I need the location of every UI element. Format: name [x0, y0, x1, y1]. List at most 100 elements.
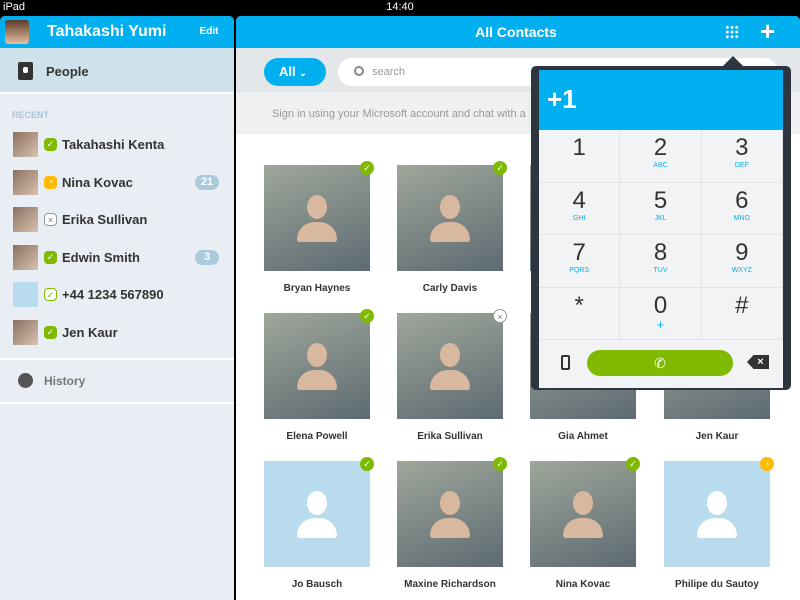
- key-digit: 7: [572, 239, 586, 266]
- clock: 14:40: [386, 1, 414, 13]
- sidebar: Tahakashi Yumi Edit People RECENT ✓ Taka…: [0, 16, 234, 600]
- page-title: All Contacts: [475, 24, 557, 40]
- key-digit: 2: [653, 134, 668, 161]
- contact-card[interactable]: ✓ Bryan Haynes: [264, 161, 374, 305]
- key-digit: 0: [653, 291, 668, 319]
- status-online-icon: ✓: [44, 325, 57, 339]
- contact-name: Jen Kaur: [695, 431, 739, 442]
- status-online-icon: ✓: [44, 250, 57, 264]
- dial-key[interactable]: 2 ABC: [620, 130, 702, 183]
- key-digit: #: [735, 291, 749, 319]
- status-online-icon: ✓: [44, 138, 57, 151]
- key-letters: MNO: [733, 214, 750, 222]
- dial-key[interactable]: 3 DEF: [701, 130, 783, 183]
- contact-name: Elena Powell: [286, 431, 348, 442]
- dial-actions: ✆ ×: [539, 340, 783, 388]
- key-letters: GHI: [572, 214, 586, 222]
- key-letters: ABC: [653, 162, 668, 169]
- filter-dropdown[interactable]: All ⌄: [264, 58, 326, 86]
- contact-card[interactable]: × Erika Sullivan: [397, 309, 507, 453]
- key-letters: JKL: [654, 214, 667, 222]
- key-digit: 1: [572, 134, 586, 161]
- contact-name: Carly Davis: [422, 283, 478, 294]
- key-digit: 6: [735, 186, 749, 214]
- dial-display[interactable]: +1: [539, 70, 783, 130]
- filter-label: All: [279, 64, 296, 79]
- key-letters: PQRS: [569, 267, 590, 274]
- phone-icon: ✆: [654, 355, 666, 371]
- dial-key[interactable]: 6 MNO: [701, 182, 783, 235]
- dial-key[interactable]: #: [701, 287, 783, 340]
- add-icon[interactable]: +: [760, 18, 775, 44]
- contact-card[interactable]: ✓ Maxine Richardson: [397, 457, 507, 600]
- contact-name: Jo Bausch: [291, 579, 343, 590]
- contact-card[interactable]: ✓ Jo Bausch: [264, 457, 374, 600]
- contact-photo: [264, 165, 370, 271]
- key-digit: 3: [735, 134, 749, 161]
- contact-name: Bryan Haynes: [283, 283, 351, 294]
- contact-photo: [397, 313, 503, 419]
- key-digit: 8: [653, 239, 668, 266]
- popover-arrow: [723, 56, 743, 66]
- key-digit: 4: [572, 186, 586, 214]
- dialpad-popover: +1 1 2 ABC 3 DEF 4 GHI 5 JKL 6 MNO 7 PQRS 8 TUV 9 WXYZ * 0…: [531, 56, 791, 390]
- dial-key[interactable]: 7 PQRS: [539, 235, 621, 288]
- sidebar-item-people[interactable]: People: [0, 48, 234, 94]
- sidebar-item-history[interactable]: History: [0, 360, 234, 402]
- dialpad-icon[interactable]: [725, 25, 739, 39]
- contact-name: Philipe du Sautoy: [675, 579, 759, 590]
- recent-item[interactable]: ✓ Takahashi Kenta: [0, 126, 234, 163]
- contact-name: Maxine Richardson: [404, 579, 496, 590]
- contact-name: Nina Kovac: [555, 579, 611, 590]
- status-online-icon: ✓: [360, 457, 374, 471]
- clock-icon: [18, 373, 33, 388]
- people-label: People: [46, 64, 89, 79]
- dial-key[interactable]: 8 TUV: [620, 235, 702, 288]
- dial-key[interactable]: 0 +: [620, 287, 702, 340]
- status-offline-icon: ×: [493, 309, 507, 323]
- history-label: History: [44, 374, 86, 388]
- contact-card[interactable]: ◔ Philipe du Sautoy: [664, 457, 774, 600]
- dial-key[interactable]: 9 WXYZ: [701, 235, 783, 288]
- edit-button[interactable]: Edit: [190, 21, 228, 43]
- status-offline-icon: ×: [44, 213, 57, 226]
- contact-card[interactable]: ✓ Elena Powell: [264, 309, 374, 453]
- avatar: [13, 169, 38, 195]
- unread-badge: 21: [195, 174, 219, 190]
- dial-key[interactable]: 5 JKL: [620, 182, 702, 235]
- status-bar: iPad 14:40: [0, 0, 800, 16]
- contact-photo: [397, 461, 503, 567]
- user-name[interactable]: Tahakashi Yumi: [47, 23, 166, 41]
- avatar: [13, 132, 38, 157]
- contact-name: Edwin Smith: [62, 249, 140, 265]
- keypad: 1 2 ABC 3 DEF 4 GHI 5 JKL 6 MNO 7 PQRS 8 TUV 9 WXYZ * 0 + #: [539, 130, 783, 340]
- divider: [0, 402, 234, 404]
- status-online-icon: ✓: [493, 161, 507, 175]
- avatar: [13, 282, 38, 307]
- recent-item[interactable]: ◔ Nina Kovac 21: [0, 164, 234, 201]
- call-button[interactable]: ✆: [587, 350, 733, 376]
- contact-name: Jen Kaur: [62, 324, 118, 340]
- avatar: [13, 319, 38, 345]
- profile-header: Tahakashi Yumi Edit: [0, 16, 234, 48]
- contact-photo: [397, 165, 503, 271]
- dial-key[interactable]: 4 GHI: [539, 182, 621, 235]
- dial-key[interactable]: *: [539, 287, 621, 340]
- key-digit: 9: [735, 239, 749, 266]
- contact-name: Erika Sullivan: [62, 212, 148, 227]
- default-avatar-icon: [264, 461, 370, 567]
- contact-name: Gia Ahmet: [558, 431, 608, 442]
- backspace-icon[interactable]: ×: [747, 355, 769, 369]
- dial-key[interactable]: 1: [539, 130, 621, 183]
- recent-item[interactable]: ✓ +44 1234 567890: [0, 276, 234, 313]
- contact-name: Nina Kovac: [62, 174, 133, 190]
- recent-item[interactable]: ✓ Edwin Smith 3: [0, 239, 234, 276]
- mobile-phone-icon[interactable]: [561, 355, 570, 370]
- recent-item[interactable]: × Erika Sullivan: [0, 201, 234, 238]
- contact-card[interactable]: ✓ Carly Davis: [397, 161, 507, 305]
- key-letters: WXYZ: [731, 267, 752, 274]
- avatar[interactable]: [5, 20, 29, 44]
- recent-item[interactable]: ✓ Jen Kaur: [0, 314, 234, 351]
- chevron-down-icon: ⌄: [299, 68, 307, 78]
- contact-card[interactable]: ✓ Nina Kovac: [530, 457, 640, 600]
